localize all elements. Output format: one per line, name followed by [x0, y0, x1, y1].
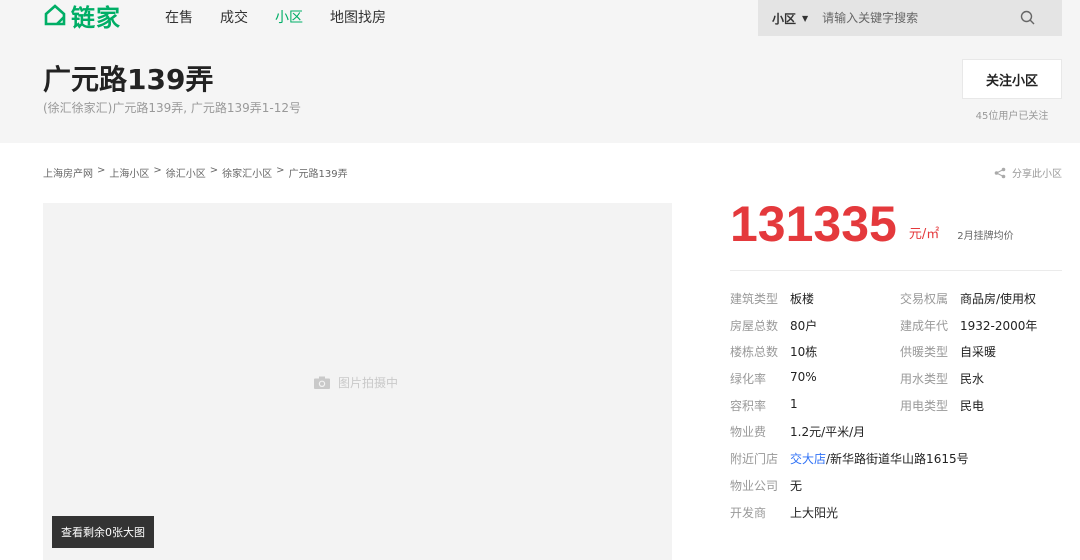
nav-item-sold[interactable]: 成交 [220, 7, 248, 27]
info-label: 绿化率 [730, 372, 767, 387]
info-row: 容积率 1 用电类型 民电 [730, 397, 1070, 424]
info-value: 10栋 [790, 345, 818, 360]
main-nav: 在售 成交 小区 地图找房 [165, 7, 413, 27]
brand-name: 链家 [71, 3, 121, 32]
breadcrumb: 上海房产网 > 上海小区 > 徐汇小区 > 徐家汇小区 > 广元路139弄 [43, 165, 348, 180]
breadcrumb-link[interactable]: 徐汇小区 [166, 165, 206, 180]
search-input[interactable] [822, 11, 1003, 25]
photo-gallery[interactable]: 图片拍摄中 查看剩余0张大图 [43, 203, 672, 560]
info-value: 民电 [960, 398, 985, 413]
page-title: 广元路139弄 [43, 63, 214, 96]
share-label: 分享此小区 [1012, 169, 1062, 180]
info-value: 1 [790, 396, 798, 411]
share-icon [994, 167, 1006, 178]
info-value: 民水 [960, 372, 985, 387]
info-label: 附近门店 [730, 452, 779, 467]
info-label: 供暖类型 [900, 345, 949, 360]
info-label: 用电类型 [900, 398, 949, 413]
search-icon[interactable] [1020, 10, 1036, 26]
info-label: 房屋总数 [730, 318, 779, 333]
photo-placeholder: 图片拍摄中 [314, 374, 398, 391]
camera-icon [314, 376, 330, 389]
info-value: 1.2元/平米/月 [790, 425, 866, 440]
breadcrumb-separator: > [153, 165, 162, 176]
price-note: 2月挂牌均价 [957, 231, 1014, 242]
info-label: 建成年代 [900, 318, 949, 333]
search-type-select[interactable]: 小区 [772, 10, 796, 27]
logo[interactable]: 链家 [43, 0, 121, 32]
breadcrumb-current: 广元路139弄 [288, 169, 348, 180]
breadcrumb-link[interactable]: 上海小区 [109, 165, 149, 180]
divider [730, 270, 1062, 271]
breadcrumb-separator: > [209, 165, 219, 176]
info-row: 建筑类型 板楼 交易权属 商品房/使用权 [730, 290, 1070, 317]
info-label: 物业公司 [730, 478, 779, 493]
info-label: 楼栋总数 [730, 345, 779, 360]
photo-placeholder-text: 图片拍摄中 [338, 376, 399, 390]
info-row: 开发商 上大阳光 [730, 504, 1070, 531]
price-block: 131335 元/㎡ 2月挂牌均价 [730, 196, 1014, 252]
view-more-photos-button[interactable]: 查看剩余0张大图 [52, 516, 154, 548]
nearby-store-link[interactable]: 交大店 [790, 452, 826, 466]
info-value: 上大阳光 [790, 505, 839, 520]
price-unit: 元/㎡ [908, 227, 940, 242]
search-bar: 小区 ▼ [758, 0, 1062, 36]
nav-item-map[interactable]: 地图找房 [330, 7, 386, 27]
info-label: 交易权属 [900, 292, 949, 306]
info-row: 附近门店 交大店/新华路街道华山路1615号 [730, 450, 1070, 477]
share-button[interactable]: 分享此小区 [994, 165, 1062, 180]
info-label: 建筑类型 [730, 292, 779, 306]
nearby-store-address: /新华路街道华山路1615号 [826, 452, 969, 467]
info-value: 板楼 [790, 292, 815, 306]
info-label: 开发商 [730, 505, 767, 520]
breadcrumb-link[interactable]: 上海房产网 [43, 165, 93, 180]
caret-down-icon[interactable]: ▼ [802, 14, 808, 23]
info-row: 楼栋总数 10栋 供暖类型 自采暖 [730, 343, 1070, 370]
info-row: 绿化率 70% 用水类型 民水 [730, 370, 1070, 397]
nav-item-for-sale[interactable]: 在售 [165, 7, 193, 27]
info-value: 自采暖 [960, 345, 997, 360]
community-address: (徐汇徐家汇)广元路139弄, 广元路139弄1-12号 [43, 101, 302, 115]
info-value: 1932-2000年 [960, 318, 1038, 333]
info-value: 70% [790, 370, 817, 385]
info-row: 物业公司无 [730, 477, 1070, 504]
info-value: 无 [790, 478, 803, 493]
follow-button[interactable]: 关注小区 [962, 59, 1062, 99]
follow-count: 45位用户已关注 [975, 111, 1049, 122]
info-label: 用水类型 [900, 372, 949, 387]
breadcrumb-separator: > [276, 165, 285, 176]
info-label: 物业费 [730, 425, 767, 440]
info-value: 80户 [790, 318, 818, 333]
info-label: 容积率 [730, 398, 767, 413]
home-icon [44, 4, 66, 26]
breadcrumb-separator: > [97, 165, 106, 176]
info-row: 房屋总数 80户 建成年代 1932-2000年 [730, 317, 1070, 344]
info-row: 物业费 1.2元/平米/月 [730, 423, 1070, 450]
unit-price: 131335 [730, 196, 897, 252]
breadcrumb-link[interactable]: 徐家汇小区 [222, 165, 272, 180]
nav-item-community[interactable]: 小区 [275, 7, 303, 27]
info-value: 商品房/使用权 [960, 292, 1037, 306]
community-info: 建筑类型 板楼 交易权属 商品房/使用权 房屋总数 80户 建成年代 1932-2000… [730, 290, 1070, 530]
